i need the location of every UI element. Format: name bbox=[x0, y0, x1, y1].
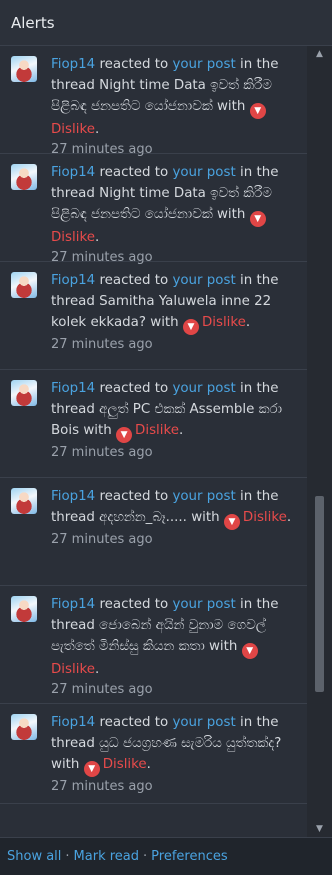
footer-separator: · bbox=[143, 849, 148, 864]
alert-body: Fiop14 reacted to your post in the threa… bbox=[51, 54, 299, 157]
reaction-label: Dislike bbox=[242, 510, 287, 525]
post-link[interactable]: your post bbox=[172, 273, 235, 288]
username-link[interactable]: Fiop14 bbox=[51, 165, 95, 180]
alert-timestamp: 27 minutes ago bbox=[51, 142, 153, 157]
alert-verb: reacted to bbox=[99, 381, 169, 396]
user-avatar[interactable] bbox=[11, 56, 37, 82]
scroll-up-arrow-icon[interactable]: ▲ bbox=[307, 46, 332, 62]
alert-item[interactable]: Fiop14 reacted to your post in the threa… bbox=[0, 370, 307, 478]
alert-text: Fiop14 reacted to your post in the threa… bbox=[51, 270, 299, 335]
reaction-label: Dislike bbox=[51, 122, 95, 137]
thumbs-down-icon: ▼ bbox=[83, 761, 100, 777]
thread-title: යුධ ජයග්‍රහණ සැමරිය යුත්තක්ද? bbox=[99, 736, 282, 751]
alerts-header: Alerts bbox=[0, 0, 332, 46]
alert-with: with bbox=[216, 99, 246, 114]
alert-body: Fiop14 reacted to your post in the threa… bbox=[51, 162, 299, 265]
alert-with: with bbox=[216, 207, 246, 222]
alerts-list: Fiop14 reacted to your post in the threa… bbox=[0, 46, 307, 837]
show-all-link[interactable]: Show all bbox=[7, 849, 61, 864]
scrollbar[interactable]: ▲ ▼ bbox=[307, 46, 332, 837]
alert-text: Fiop14 reacted to your post in the threa… bbox=[51, 378, 299, 443]
alert-item[interactable]: Fiop14 reacted to your post in the threa… bbox=[0, 262, 307, 370]
alert-period: . bbox=[94, 122, 100, 137]
alert-verb: reacted to bbox=[99, 715, 169, 730]
alert-body: Fiop14 reacted to your post in the threa… bbox=[51, 712, 299, 795]
reaction-label: Dislike bbox=[51, 662, 95, 677]
user-avatar[interactable] bbox=[11, 488, 37, 514]
post-link[interactable]: your post bbox=[172, 57, 235, 72]
alert-body: Fiop14 reacted to your post in the threa… bbox=[51, 270, 299, 361]
alert-timestamp: 27 minutes ago bbox=[51, 532, 153, 547]
alert-period: . bbox=[245, 315, 251, 330]
alert-period: . bbox=[179, 423, 184, 438]
reaction-label: Dislike bbox=[201, 315, 246, 330]
alert-body: Fiop14 reacted to your post in the threa… bbox=[51, 378, 299, 469]
alerts-footer: Show all · Mark read · Preferences bbox=[0, 837, 332, 875]
username-link[interactable]: Fiop14 bbox=[51, 597, 95, 612]
alert-item[interactable]: Fiop14 reacted to your post in the threa… bbox=[0, 478, 307, 586]
thumbs-down-icon: ▼ bbox=[223, 514, 240, 530]
alert-verb: reacted to bbox=[99, 489, 169, 504]
reaction-label: Dislike bbox=[102, 757, 147, 772]
alert-text: Fiop14 reacted to your post in the threa… bbox=[51, 162, 299, 248]
alert-with: with bbox=[191, 510, 220, 525]
mark-read-link[interactable]: Mark read bbox=[74, 849, 139, 864]
thumbs-down-icon: ▼ bbox=[249, 103, 266, 119]
alert-item[interactable]: Fiop14 reacted to your post in the threa… bbox=[0, 704, 307, 804]
alerts-title: Alerts bbox=[11, 14, 55, 32]
alert-body: Fiop14 reacted to your post in the threa… bbox=[51, 486, 299, 577]
alert-period: . bbox=[94, 230, 100, 245]
alert-period: . bbox=[146, 757, 151, 772]
alert-with: with bbox=[150, 315, 179, 330]
alert-text: Fiop14 reacted to your post in the threa… bbox=[51, 486, 299, 530]
preferences-link[interactable]: Preferences bbox=[151, 849, 227, 864]
alert-timestamp: 27 minutes ago bbox=[51, 445, 153, 460]
reaction-label: Dislike bbox=[51, 230, 95, 245]
alert-period: . bbox=[94, 662, 100, 677]
username-link[interactable]: Fiop14 bbox=[51, 489, 95, 504]
post-link[interactable]: your post bbox=[172, 489, 235, 504]
thumbs-down-icon: ▼ bbox=[182, 319, 199, 335]
user-avatar[interactable] bbox=[11, 272, 37, 298]
alert-item[interactable]: Fiop14 reacted to your post in the threa… bbox=[0, 586, 307, 704]
post-link[interactable]: your post bbox=[172, 597, 235, 612]
alert-item[interactable]: Fiop14 reacted to your post in the threa… bbox=[0, 154, 307, 265]
alert-verb: reacted to bbox=[99, 597, 169, 612]
thumbs-down-icon: ▼ bbox=[116, 427, 133, 443]
scrollbar-thumb[interactable] bbox=[315, 496, 324, 692]
alert-text: Fiop14 reacted to your post in the threa… bbox=[51, 54, 299, 140]
user-avatar[interactable] bbox=[11, 380, 37, 406]
post-link[interactable]: your post bbox=[172, 715, 235, 730]
alert-with: with bbox=[51, 757, 80, 772]
thread-title: අදහන්න_බෑ..... bbox=[99, 510, 187, 525]
user-avatar[interactable] bbox=[11, 714, 37, 740]
alert-period: . bbox=[286, 510, 292, 525]
alert-timestamp: 27 minutes ago bbox=[51, 682, 153, 697]
reaction-label: Dislike bbox=[135, 423, 179, 438]
alert-item[interactable]: Fiop14 reacted to your post in the threa… bbox=[0, 46, 307, 157]
username-link[interactable]: Fiop14 bbox=[51, 381, 95, 396]
alert-verb: reacted to bbox=[99, 57, 169, 72]
alert-with: with bbox=[83, 423, 112, 438]
username-link[interactable]: Fiop14 bbox=[51, 57, 95, 72]
user-avatar[interactable] bbox=[11, 596, 37, 622]
post-link[interactable]: your post bbox=[172, 381, 235, 396]
alert-verb: reacted to bbox=[99, 273, 169, 288]
alert-timestamp: 27 minutes ago bbox=[51, 779, 153, 794]
thumbs-down-icon: ▼ bbox=[241, 643, 258, 659]
alert-with: with bbox=[208, 639, 238, 654]
alert-timestamp: 27 minutes ago bbox=[51, 337, 153, 352]
thumbs-down-icon: ▼ bbox=[249, 211, 266, 227]
alert-body: Fiop14 reacted to your post in the threa… bbox=[51, 594, 299, 697]
alert-timestamp: 27 minutes ago bbox=[51, 250, 153, 265]
alert-text: Fiop14 reacted to your post in the threa… bbox=[51, 594, 299, 680]
scroll-down-arrow-icon[interactable]: ▼ bbox=[307, 821, 332, 837]
post-link[interactable]: your post bbox=[172, 165, 235, 180]
user-avatar[interactable] bbox=[11, 164, 37, 190]
alert-text: Fiop14 reacted to your post in the threa… bbox=[51, 712, 299, 777]
username-link[interactable]: Fiop14 bbox=[51, 273, 95, 288]
alert-verb: reacted to bbox=[99, 165, 169, 180]
username-link[interactable]: Fiop14 bbox=[51, 715, 95, 730]
footer-separator: · bbox=[65, 849, 70, 864]
